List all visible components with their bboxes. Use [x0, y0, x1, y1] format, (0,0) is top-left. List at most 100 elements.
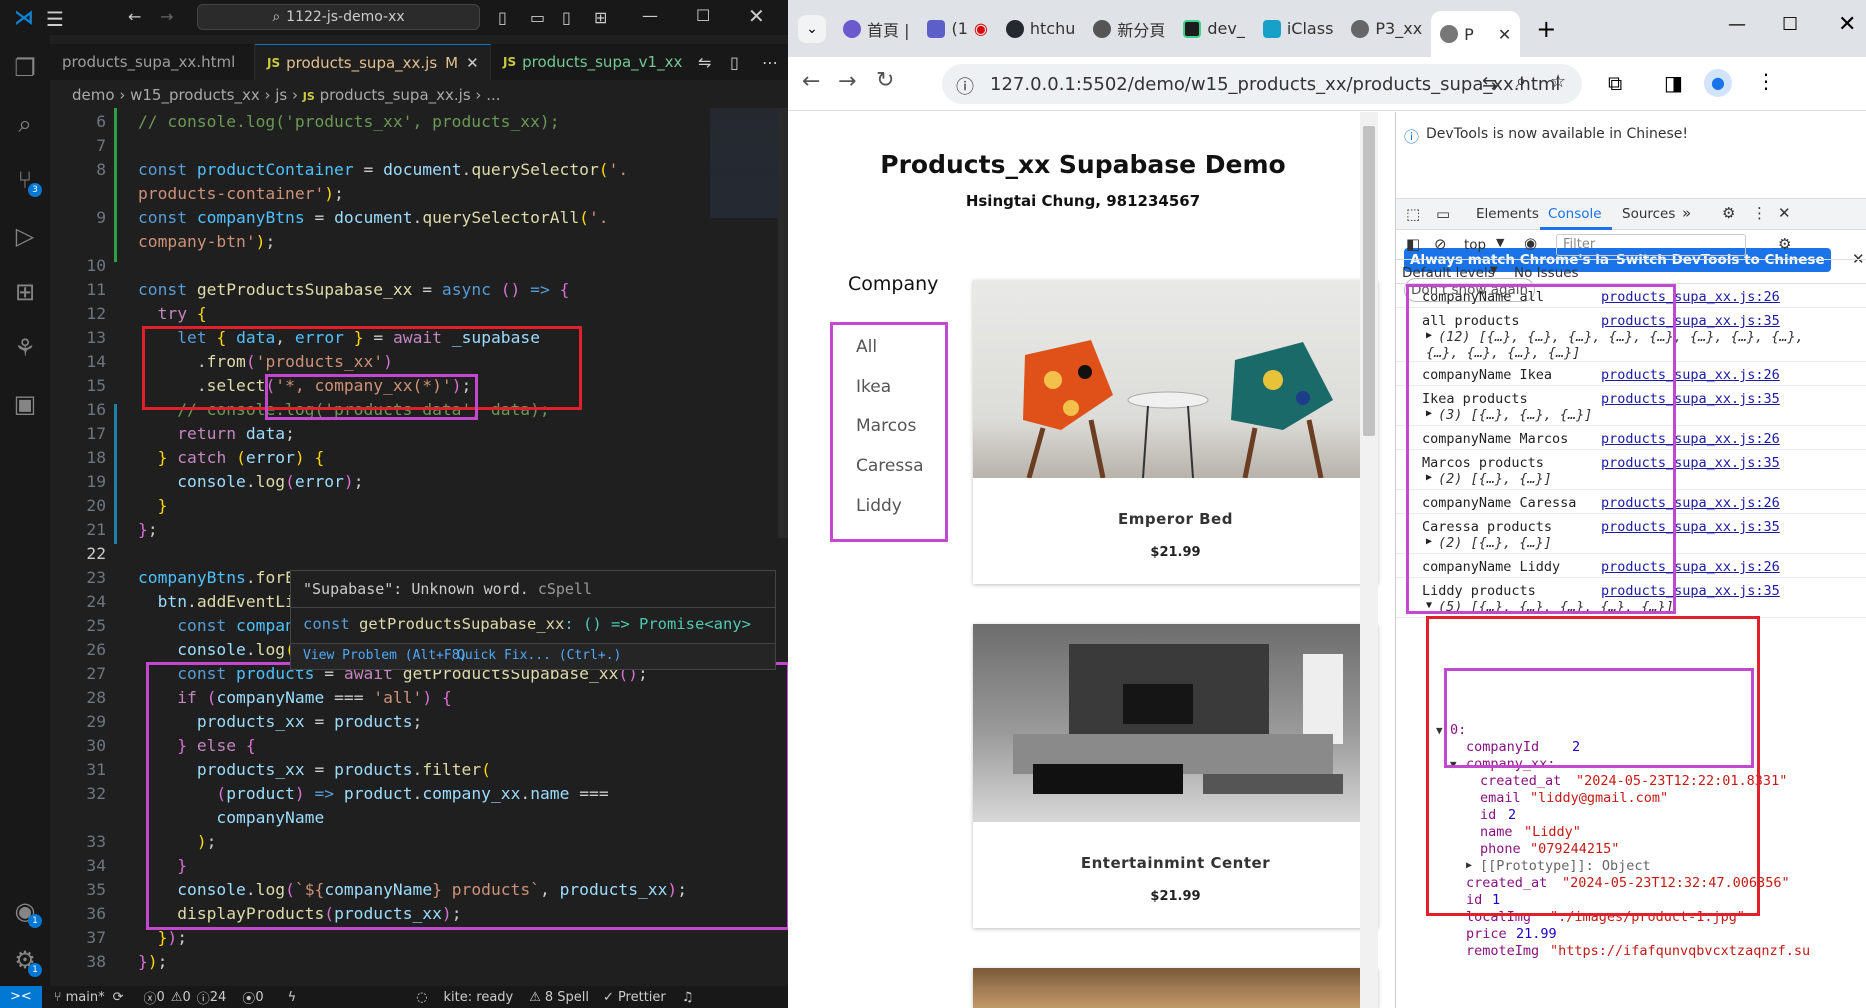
company-btn-ikea[interactable]: Ikea: [856, 377, 891, 397]
page-scrollbar-thumb[interactable]: [1363, 126, 1375, 436]
browser-tab[interactable]: htchu: [997, 9, 1085, 49]
tab-html[interactable]: products_supa_xx.html: [50, 44, 255, 80]
quick-fix-link[interactable]: Quick Fix... (Ctrl+.): [457, 648, 621, 663]
crumb-item[interactable]: w15_products_xx: [130, 86, 260, 104]
bookmark-star-icon[interactable]: ☆: [1550, 71, 1566, 92]
manage-gear-icon[interactable]: ⚙ 1: [0, 937, 50, 983]
browser-tab[interactable]: 新分頁: [1084, 9, 1174, 49]
extensions-icon[interactable]: ⊞: [0, 269, 50, 315]
company-btn-all[interactable]: All: [856, 337, 877, 357]
live-expression-eye-icon[interactable]: ◉: [1524, 234, 1537, 252]
maximize-icon[interactable]: ☐: [696, 6, 710, 25]
tab-search-icon[interactable]: ⌄: [798, 14, 826, 43]
close-tab-icon[interactable]: ✕: [466, 54, 479, 72]
company-btn-marcos[interactable]: Marcos: [856, 416, 916, 436]
branch-label[interactable]: main*: [66, 990, 105, 1005]
more-actions-icon[interactable]: ⋯: [762, 53, 778, 72]
accounts-icon[interactable]: ◉ 1: [0, 888, 50, 934]
tab-js-v1[interactable]: JS products_supa_v1_xx: [491, 44, 682, 80]
new-tab-icon[interactable]: +: [1536, 15, 1556, 43]
close-window-icon[interactable]: ✕: [1838, 12, 1856, 37]
run-debug-icon[interactable]: ▷: [0, 213, 50, 259]
prettier-status[interactable]: Prettier: [618, 990, 666, 1005]
log-levels-dropdown[interactable]: Default levels: [1402, 265, 1495, 281]
forward-icon[interactable]: →: [838, 69, 856, 94]
chrome-menu-icon[interactable]: ⋮: [1756, 69, 1776, 93]
zoom-icon[interactable]: ⌕: [1516, 71, 1526, 92]
settings-gear-icon[interactable]: ⚙: [1722, 204, 1735, 222]
kite-status[interactable]: kite: ready: [444, 990, 514, 1005]
command-center-search[interactable]: ⌕ 1122-js-demo-xx: [197, 4, 480, 30]
minimize-icon[interactable]: —: [1728, 14, 1746, 35]
source-control-icon[interactable]: ⑂ 3: [0, 157, 50, 203]
more-options-icon[interactable]: ⋮: [1752, 204, 1767, 222]
inspect-icon[interactable]: ⬚: [1406, 205, 1420, 223]
company-btn-liddy[interactable]: Liddy: [856, 496, 902, 516]
back-icon[interactable]: ←: [802, 69, 820, 94]
view-problem-link[interactable]: View Problem (Alt+F8): [303, 648, 467, 663]
remote-explorer-icon[interactable]: ▣: [0, 381, 50, 427]
back-icon[interactable]: ←: [128, 7, 141, 26]
product-image: [973, 280, 1378, 478]
close-devtools-icon[interactable]: ✕: [1778, 204, 1791, 222]
browser-tab-active[interactable]: P ✕: [1431, 11, 1521, 57]
crumb-item[interactable]: ...: [486, 86, 500, 104]
minimize-icon[interactable]: —: [642, 6, 658, 25]
translate-icon[interactable]: ⇆: [1482, 73, 1497, 94]
forward-icon[interactable]: →: [160, 7, 173, 26]
search-view-icon[interactable]: ⌕: [0, 101, 50, 147]
close-tab-icon[interactable]: ✕: [1498, 25, 1511, 44]
tab-sources[interactable]: Sources: [1622, 206, 1675, 222]
bolt-icon[interactable]: ϟ: [288, 990, 297, 1005]
split-editor-icon[interactable]: ▯: [730, 53, 739, 72]
toggle-panel-icon[interactable]: ▭: [530, 8, 545, 27]
address-bar[interactable]: ⓘ 127.0.0.1:5502/demo/w15_products_xx/pr…: [942, 64, 1582, 104]
error-count[interactable]: 0: [157, 990, 165, 1005]
sync-icon[interactable]: ⟳: [113, 990, 124, 1005]
python-icon[interactable]: ⚘: [0, 325, 50, 371]
browser-tab[interactable]: P3_xx: [1342, 9, 1431, 49]
remote-indicator[interactable]: ><: [0, 986, 42, 1008]
reload-icon[interactable]: ↻: [876, 68, 894, 93]
company-btn-caressa[interactable]: Caressa: [856, 456, 924, 476]
toggle-sidebar-icon[interactable]: ▯: [498, 8, 507, 27]
sidebar-toggle-icon[interactable]: ◧: [1406, 235, 1420, 253]
profile-avatar[interactable]: ●: [1704, 69, 1732, 97]
side-panel-icon[interactable]: ◨: [1664, 71, 1683, 95]
info-count[interactable]: 24: [210, 990, 227, 1005]
browser-tab[interactable]: dev_: [1174, 9, 1253, 49]
browser-tab[interactable]: iClass: [1254, 9, 1343, 49]
crumb-item[interactable]: demo: [72, 86, 115, 104]
site-info-icon[interactable]: ⓘ: [956, 73, 974, 99]
issues-status[interactable]: No Issues: [1514, 265, 1579, 281]
clear-console-icon[interactable]: ⊘: [1434, 235, 1447, 253]
maximize-icon[interactable]: ☐: [1782, 14, 1798, 35]
more-tabs-icon[interactable]: »: [1682, 204, 1691, 222]
browser-tab[interactable]: (1 ◉: [918, 9, 996, 49]
crumb-item[interactable]: js: [275, 86, 287, 104]
console-settings-icon[interactable]: ⚙: [1778, 235, 1791, 253]
device-toggle-icon[interactable]: ▭: [1436, 205, 1450, 223]
browser-tab[interactable]: 首頁 |: [834, 9, 918, 49]
scrollbar[interactable]: [778, 108, 788, 538]
code-editor[interactable]: 6// console.log('products_xx', products_…: [50, 108, 788, 986]
compare-changes-icon[interactable]: ⇋: [698, 53, 711, 72]
extensions-icon[interactable]: ⧉: [1608, 71, 1622, 95]
context-select[interactable]: top: [1464, 237, 1486, 253]
menu-icon[interactable]: ☰: [46, 7, 64, 31]
crumb-item[interactable]: products_supa_xx.js: [320, 86, 471, 104]
tab-elements[interactable]: Elements: [1476, 206, 1539, 222]
filter-input[interactable]: Filter: [1556, 234, 1746, 256]
explorer-icon[interactable]: ❐: [0, 45, 50, 91]
spell-status[interactable]: 8 Spell: [545, 990, 589, 1005]
page-scrollbar[interactable]: [1360, 112, 1378, 1008]
tab-console[interactable]: Console: [1548, 206, 1602, 222]
toggle-secondary-sidebar-icon[interactable]: ▯: [562, 8, 571, 27]
notifications-bell-icon[interactable]: ♫: [682, 990, 694, 1005]
warning-count[interactable]: 0: [182, 990, 190, 1005]
tab-js-active[interactable]: JS products_supa_xx.js M ✕: [255, 44, 491, 80]
error-icon: ⓧ: [143, 991, 157, 1007]
close-icon[interactable]: ✕: [748, 4, 765, 28]
customize-layout-icon[interactable]: ⊞: [594, 8, 607, 27]
ports-count[interactable]: 0: [255, 990, 263, 1005]
